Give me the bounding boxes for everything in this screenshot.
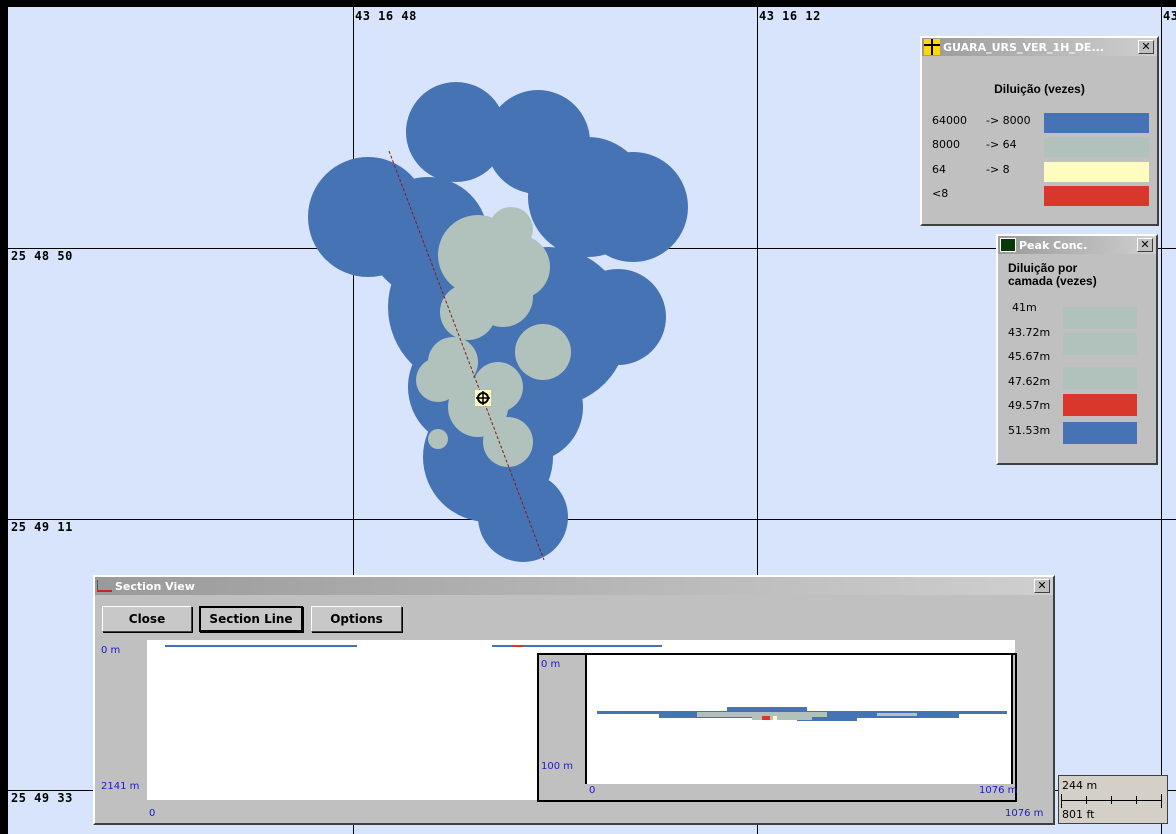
longitude-label: 43 [1163, 9, 1176, 23]
inset-plot-frame[interactable]: 0 m 100 m 0 1076 m [537, 653, 1017, 802]
x-start-label: 0 [149, 808, 156, 819]
longitude-label: 43 16 12 [759, 9, 821, 23]
dilution-legend-window[interactable]: GUARA_URS_VER_1H_DE... ✕ Diluição (vezes… [920, 36, 1159, 226]
peak-conc-heading-line: camada (vezes) [1008, 274, 1097, 288]
layer-swatch [1063, 307, 1137, 329]
close-icon[interactable]: ✕ [1034, 579, 1050, 593]
close-icon[interactable]: ✕ [1137, 238, 1153, 252]
depth-label: 41m [1012, 301, 1037, 314]
inset-plot [585, 655, 1013, 784]
dilution-legend-title: GUARA_URS_VER_1H_DE... [943, 40, 1104, 54]
section-view-title: Section View [115, 579, 195, 593]
inset-section-chart [597, 707, 1007, 721]
scale-feet: 801 ft [1062, 808, 1095, 821]
layer-swatch [1063, 333, 1137, 355]
inset-depth-bottom-label: 100 m [541, 761, 574, 772]
peak-conc-window[interactable]: Peak Conc. ✕ Diluição por camada (vezes)… [996, 234, 1158, 465]
x-end-label: 1076 m [1005, 808, 1044, 819]
chart-icon [1000, 238, 1016, 252]
layer-swatch [1063, 422, 1137, 444]
dilution-legend-titlebar[interactable]: GUARA_URS_VER_1H_DE... ✕ [922, 38, 1157, 56]
legend-swatch [1044, 137, 1149, 157]
legend-row: 64000 [932, 114, 967, 127]
peak-conc-titlebar[interactable]: Peak Conc. ✕ [998, 236, 1156, 254]
peak-conc-title: Peak Conc. [1019, 238, 1088, 252]
depth-top-label: 0 m [101, 645, 121, 656]
layer-swatch [1063, 394, 1137, 416]
inset-x-end-label: 1076 m [979, 785, 1018, 796]
legend-swatch [1044, 162, 1149, 182]
longitude-label: 43 16 48 [355, 9, 417, 23]
legend-to: -> 8 [986, 163, 1010, 176]
depth-label: 45.67m [1008, 350, 1051, 363]
latitude-label: 25 49 33 [11, 791, 77, 805]
legend-to: -> 8000 [986, 114, 1031, 127]
close-button[interactable]: Close [102, 606, 192, 632]
legend-swatch [1044, 113, 1149, 133]
legend-swatch [1044, 186, 1149, 206]
peak-conc-heading: Diluição por camada (vezes) [1008, 262, 1097, 288]
legend-from: <8 [932, 187, 949, 200]
depth-label: 49.57m [1008, 399, 1051, 412]
scale-tick [1086, 796, 1087, 804]
legend-from: 64 [932, 163, 946, 176]
latitude-label: 25 48 50 [11, 249, 77, 263]
options-button[interactable]: Options [311, 606, 402, 632]
scale-tick [1136, 796, 1137, 804]
scale-tick [1111, 796, 1112, 804]
depth-label: 43.72m [1008, 326, 1051, 339]
legend-to: -> 64 [986, 138, 1017, 151]
inset-depth-top-label: 0 m [541, 659, 561, 670]
inset-x-start-label: 0 [589, 785, 596, 796]
scale-bar: 244 m 801 ft [1058, 775, 1168, 824]
dilution-legend-heading: Diluição (vezes) [994, 82, 1085, 96]
scale-meters: 244 m [1062, 779, 1098, 792]
latitude-label: 25 49 11 [11, 520, 77, 534]
layer-swatch [1063, 367, 1137, 389]
scale-tick [1061, 794, 1062, 808]
section-view-titlebar[interactable]: Section View ✕ [95, 577, 1053, 595]
crosshair-icon [924, 39, 940, 55]
scale-tick [1161, 794, 1162, 808]
close-icon[interactable]: ✕ [1138, 40, 1154, 54]
section-line-button[interactable]: Section Line [199, 606, 303, 632]
section-layer-bar [165, 645, 357, 647]
legend-from: 8000 [932, 138, 960, 151]
section-view-window[interactable]: Section View ✕ Close Section Line Option… [93, 575, 1055, 825]
discharge-point-icon [475, 390, 491, 406]
section-icon [97, 580, 112, 592]
legend-from: 64000 [932, 114, 967, 127]
section-layer-bar [512, 645, 524, 647]
depth-bottom-label: 2141 m [101, 781, 140, 792]
section-plot[interactable]: 0 m 100 m 0 1076 m [147, 640, 1017, 802]
depth-label: 47.62m [1008, 375, 1051, 388]
depth-label: 51.53m [1008, 424, 1051, 437]
